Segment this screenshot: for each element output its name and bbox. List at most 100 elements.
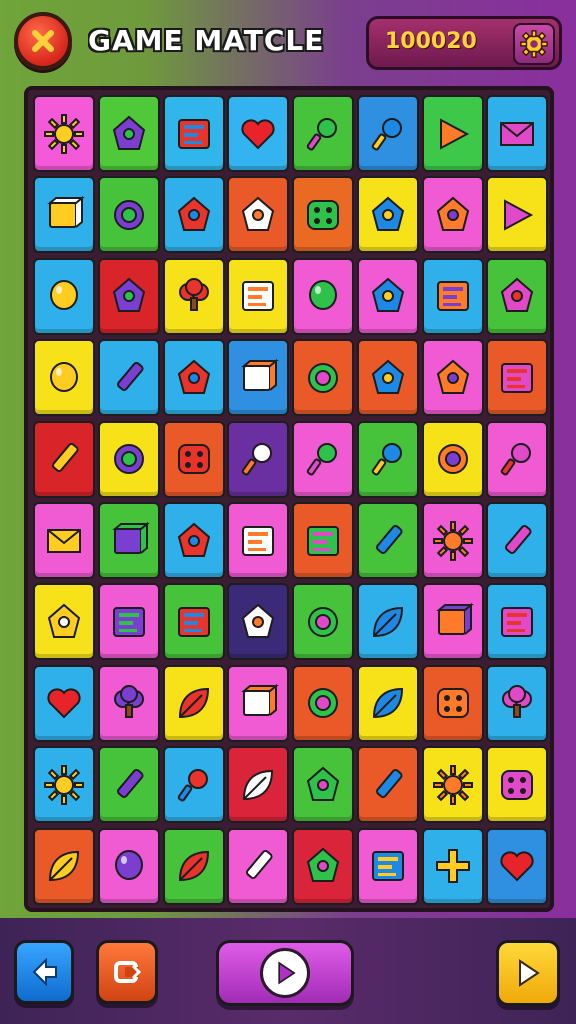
game-tile[interactable] — [33, 95, 95, 172]
game-tile[interactable] — [486, 583, 549, 661]
game-tile[interactable] — [162, 176, 225, 254]
game-tile[interactable] — [162, 95, 225, 172]
game-tile[interactable] — [33, 502, 95, 579]
settings-button[interactable] — [513, 23, 555, 65]
game-tile[interactable] — [227, 502, 290, 579]
game-tile[interactable] — [227, 176, 290, 254]
game-tile[interactable] — [421, 664, 484, 742]
game-tile[interactable] — [292, 827, 354, 905]
game-tile[interactable] — [421, 583, 484, 661]
tube-icon — [375, 768, 403, 798]
play-button[interactable] — [216, 940, 354, 1006]
game-tile[interactable] — [486, 95, 549, 172]
game-tile[interactable] — [97, 176, 160, 254]
ring-face-icon — [308, 606, 338, 637]
game-tile[interactable] — [292, 339, 354, 417]
game-tile[interactable] — [97, 583, 160, 661]
game-tile[interactable] — [486, 257, 549, 335]
game-tile[interactable] — [486, 420, 549, 498]
game-tile[interactable] — [356, 746, 419, 824]
game-tile[interactable] — [227, 827, 290, 905]
game-tile[interactable] — [356, 583, 419, 661]
game-tile[interactable] — [486, 176, 549, 254]
game-tile[interactable] — [292, 664, 354, 742]
game-tile[interactable] — [227, 746, 290, 824]
game-tile[interactable] — [227, 583, 290, 661]
box-icon — [241, 358, 280, 391]
game-tile[interactable] — [97, 502, 160, 579]
game-tile[interactable] — [421, 746, 484, 824]
restart-button[interactable] — [96, 940, 158, 1004]
game-tile[interactable] — [486, 746, 549, 824]
game-tile[interactable] — [97, 339, 160, 417]
game-tile[interactable] — [33, 176, 95, 254]
disc-icon — [308, 688, 338, 719]
game-tile[interactable] — [33, 664, 95, 742]
game-tile[interactable] — [356, 176, 419, 254]
game-tile[interactable] — [162, 257, 225, 335]
game-tile[interactable] — [33, 420, 95, 498]
game-tile[interactable] — [486, 827, 549, 905]
game-tile[interactable] — [97, 257, 160, 335]
game-tile[interactable] — [162, 502, 225, 579]
game-tile[interactable] — [356, 257, 419, 335]
game-tile[interactable] — [227, 420, 290, 498]
game-tile[interactable] — [227, 339, 290, 417]
game-tile[interactable] — [97, 95, 160, 172]
back-button[interactable] — [14, 940, 74, 1004]
game-tile[interactable] — [33, 746, 95, 824]
game-tile[interactable] — [421, 257, 484, 335]
document-icon — [242, 525, 275, 556]
game-tile[interactable] — [162, 664, 225, 742]
game-tile[interactable] — [486, 502, 549, 579]
game-tile[interactable] — [33, 339, 95, 417]
game-tile[interactable] — [292, 257, 354, 335]
feather-circle-icon — [178, 851, 209, 882]
game-tile[interactable] — [356, 827, 419, 905]
blob-icon — [177, 522, 210, 557]
game-tile[interactable] — [33, 257, 95, 335]
game-tile[interactable] — [356, 339, 419, 417]
gift-icon — [47, 195, 85, 228]
game-tile[interactable] — [162, 583, 225, 661]
game-tile[interactable] — [97, 664, 160, 742]
game-tile[interactable] — [292, 420, 354, 498]
game-tile[interactable] — [97, 746, 160, 824]
game-tile[interactable] — [162, 746, 225, 824]
game-tile[interactable] — [356, 502, 419, 579]
game-tile[interactable] — [33, 827, 95, 905]
game-tile[interactable] — [162, 420, 225, 498]
game-tile[interactable] — [292, 95, 354, 172]
game-tile[interactable] — [33, 583, 95, 661]
game-tile[interactable] — [486, 664, 549, 742]
game-tile[interactable] — [421, 502, 484, 579]
game-tile[interactable] — [486, 339, 549, 417]
tree-icon — [178, 278, 209, 312]
game-tile[interactable] — [421, 420, 484, 498]
close-button[interactable] — [14, 12, 72, 70]
game-tile[interactable] — [292, 176, 354, 254]
game-tile[interactable] — [421, 176, 484, 254]
game-tile[interactable] — [292, 583, 354, 661]
game-tile[interactable] — [227, 257, 290, 335]
next-button[interactable] — [496, 940, 560, 1006]
piece-icon — [306, 847, 340, 883]
game-tile[interactable] — [356, 95, 419, 172]
game-tile[interactable] — [292, 502, 354, 579]
game-tile[interactable] — [162, 339, 225, 417]
game-tile[interactable] — [421, 95, 484, 172]
game-tile[interactable] — [227, 95, 290, 172]
game-tile[interactable] — [421, 339, 484, 417]
game-tile[interactable] — [227, 664, 290, 742]
pin-icon — [306, 117, 337, 150]
game-tile[interactable] — [356, 664, 419, 742]
mushroom-icon — [502, 685, 533, 719]
crayon-icon — [505, 524, 532, 554]
game-tile[interactable] — [356, 420, 419, 498]
game-tile[interactable] — [97, 420, 160, 498]
game-tile[interactable] — [421, 827, 484, 905]
game-tile[interactable] — [292, 746, 354, 824]
game-tile[interactable] — [97, 827, 160, 905]
score-value: 100020 — [385, 29, 477, 54]
game-tile[interactable] — [162, 827, 225, 905]
